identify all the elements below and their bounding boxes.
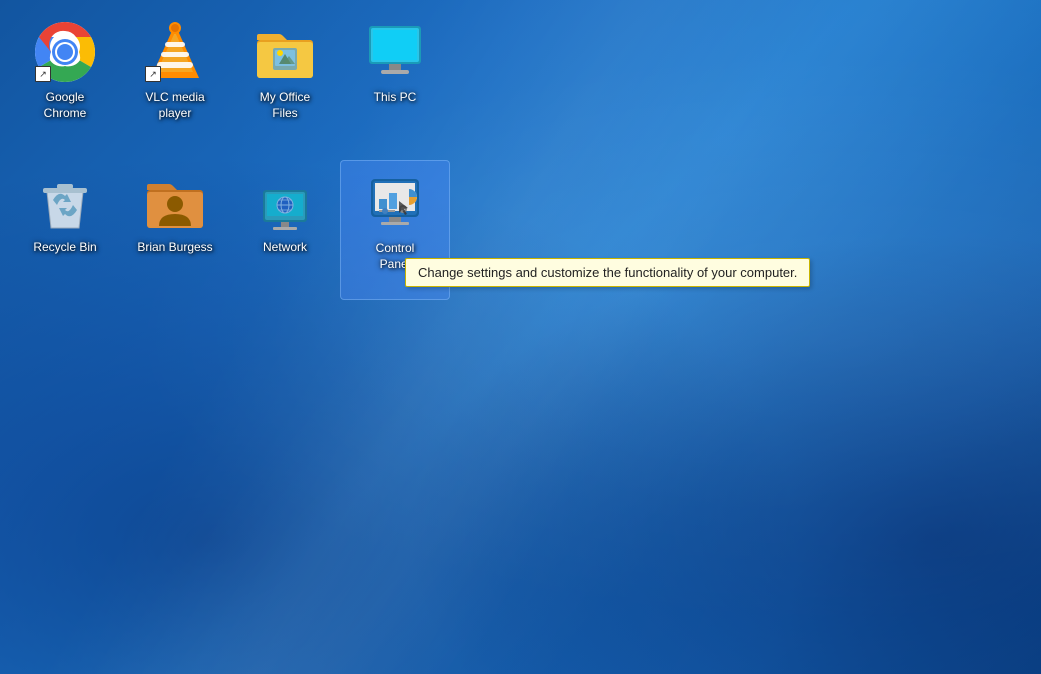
desktop: ↗ GoogleChrome ↗ [0, 0, 1041, 674]
recycle-bin-label: Recycle Bin [33, 240, 96, 256]
network-label: Network [263, 240, 307, 256]
desktop-icon-google-chrome[interactable]: ↗ GoogleChrome [10, 10, 120, 150]
this-pc-label: This PC [374, 90, 417, 106]
control-panel-tooltip: Change settings and customize the functi… [405, 258, 810, 287]
my-office-files-label: My OfficeFiles [260, 90, 310, 121]
desktop-icon-brian-burgess[interactable]: Brian Burgess [120, 160, 230, 300]
desktop-icon-recycle-bin[interactable]: Recycle Bin [10, 160, 120, 300]
vlc-icon: ↗ [143, 20, 207, 84]
chrome-icon: ↗ [33, 20, 97, 84]
my-office-files-icon [253, 20, 317, 84]
brian-burgess-icon [143, 170, 207, 234]
shortcut-arrow-vlc: ↗ [145, 66, 161, 82]
recycle-bin-icon [33, 170, 97, 234]
brian-burgess-label: Brian Burgess [137, 240, 212, 256]
desktop-icon-my-office-files[interactable]: My OfficeFiles [230, 10, 340, 150]
desktop-icon-vlc[interactable]: ↗ VLC mediaplayer [120, 10, 230, 150]
this-pc-icon [363, 20, 427, 84]
vlc-label: VLC mediaplayer [145, 90, 204, 121]
control-panel-icon [363, 171, 427, 235]
shortcut-arrow-chrome: ↗ [35, 66, 51, 82]
chrome-label: GoogleChrome [44, 90, 87, 121]
desktop-icon-network[interactable]: Network [230, 160, 340, 300]
desktop-icon-this-pc[interactable]: This PC [340, 10, 450, 150]
network-icon [253, 170, 317, 234]
tooltip-text: Change settings and customize the functi… [418, 265, 797, 280]
desktop-icon-grid: ↗ GoogleChrome ↗ [10, 10, 450, 310]
